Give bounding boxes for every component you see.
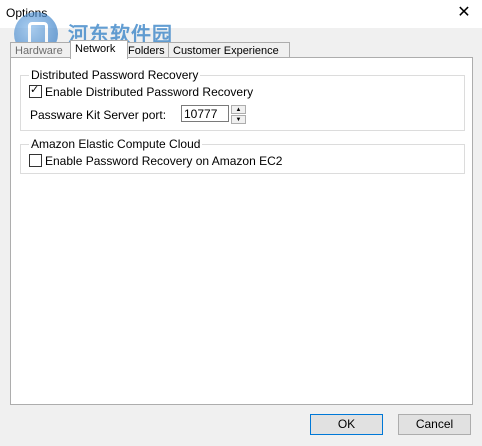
window-title: Options xyxy=(6,6,48,20)
enable-ec2-checkbox[interactable] xyxy=(29,154,42,167)
amazon-ec2-group: Amazon Elastic Compute Cloud Enable Pass… xyxy=(20,137,465,174)
title-bar: Options ✕ xyxy=(0,0,482,28)
close-icon[interactable]: ✕ xyxy=(452,2,476,24)
enable-ec2-label[interactable]: Enable Password Recovery on Amazon EC2 xyxy=(45,153,282,169)
tab-panel-network: Distributed Password Recovery ✓ Enable D… xyxy=(10,57,473,405)
ok-button[interactable]: OK xyxy=(310,414,383,435)
spin-up-icon[interactable]: ▲ xyxy=(231,105,246,114)
amazon-ec2-legend: Amazon Elastic Compute Cloud xyxy=(29,137,203,151)
server-port-input[interactable]: 10777 xyxy=(181,105,229,122)
spin-down-icon[interactable]: ▼ xyxy=(231,115,246,124)
server-port-label: Passware Kit Server port: xyxy=(30,108,167,122)
server-port-stepper[interactable]: ▲ ▼ xyxy=(231,105,246,125)
distributed-recovery-legend: Distributed Password Recovery xyxy=(29,68,201,82)
enable-distributed-checkbox[interactable]: ✓ xyxy=(29,84,42,98)
distributed-recovery-group: Distributed Password Recovery ✓ Enable D… xyxy=(20,68,465,131)
cancel-button[interactable]: Cancel xyxy=(398,414,471,435)
enable-distributed-label[interactable]: Enable Distributed Password Recovery xyxy=(45,84,253,100)
checkmark-icon: ✓ xyxy=(30,84,40,96)
tab-network[interactable]: Network xyxy=(70,40,128,59)
